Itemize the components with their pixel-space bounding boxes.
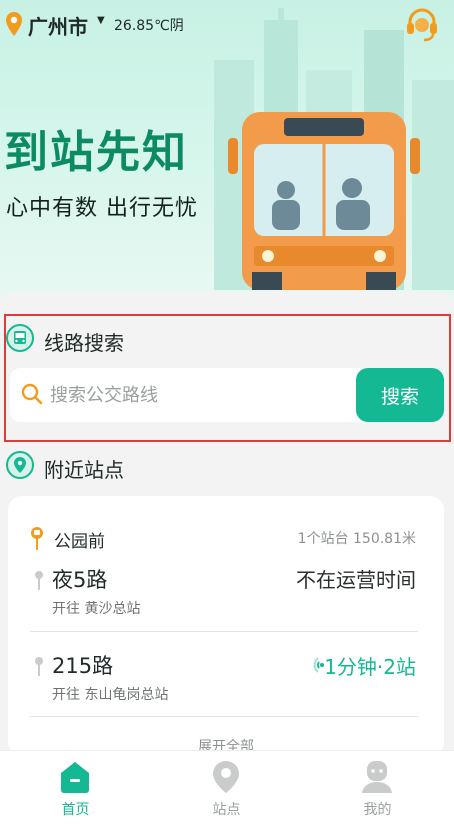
stop-name[interactable]: 公园前 (54, 527, 105, 552)
bus-illustration (228, 112, 420, 290)
nearby-stop-card: 公园前 1个站台 150.81米 夜5路 开往 黄沙总站 不在运营时间 215路… (8, 496, 444, 756)
customer-service-icon[interactable] (404, 6, 440, 42)
route-direction: 开往 黄沙总站 (52, 601, 141, 617)
route-item[interactable]: 215路 开往 东山龟岗总站 1分钟·2站 (8, 646, 444, 730)
hero-subtitle: 心中有数 出行无忧 (6, 196, 198, 221)
route-name: 夜5路 (52, 568, 108, 592)
tab-profile[interactable]: 我的 (302, 751, 453, 824)
bus-stop-pin-icon (31, 527, 43, 550)
tab-stations[interactable]: 站点 (151, 751, 302, 824)
nearby-stops-title: 附近站点 (44, 458, 124, 482)
route-dot-icon (35, 571, 43, 590)
tab-home-label: 首页 (61, 802, 90, 818)
route-direction: 开往 东山龟岗总站 (52, 687, 169, 703)
stop-distance: 1个站台 150.81米 (297, 531, 416, 547)
route-search-input[interactable] (50, 378, 350, 412)
route-name: 215路 (52, 654, 114, 678)
route-search-bar: 搜索 (10, 368, 444, 422)
city-selector[interactable]: 广州市 (28, 11, 88, 40)
weather-text: 26.85℃阴 (114, 18, 184, 34)
search-button[interactable]: 搜索 (356, 368, 444, 422)
tab-profile-label: 我的 (363, 802, 392, 818)
divider (30, 631, 418, 632)
location-pin-icon[interactable] (6, 12, 22, 36)
user-icon (362, 761, 392, 793)
route-eta: 1分钟·2站 (324, 655, 416, 679)
search-icon (21, 383, 43, 405)
divider (30, 716, 418, 717)
tab-home[interactable]: 首页 (0, 751, 151, 824)
top-bar: 广州市 ▼ 26.85℃阴 (0, 0, 454, 46)
location-circle-icon (6, 451, 34, 479)
hero-banner: 广州市 ▼ 26.85℃阴 到站先知 心中有数 出行无忧 (0, 0, 454, 300)
bus-circle-icon (6, 324, 34, 352)
hero-title: 到站先知 (4, 127, 188, 178)
realtime-signal-icon (313, 657, 324, 673)
tab-stations-label: 站点 (212, 802, 241, 818)
route-dot-icon (35, 657, 43, 676)
route-search-title: 线路搜索 (44, 331, 124, 355)
map-pin-icon (213, 761, 239, 793)
route-status: 不在运营时间 (296, 568, 416, 592)
home-icon (61, 762, 89, 793)
bottom-tab-bar: 首页 站点 我的 (0, 750, 454, 824)
caret-down-icon[interactable]: ▼ (97, 15, 105, 26)
